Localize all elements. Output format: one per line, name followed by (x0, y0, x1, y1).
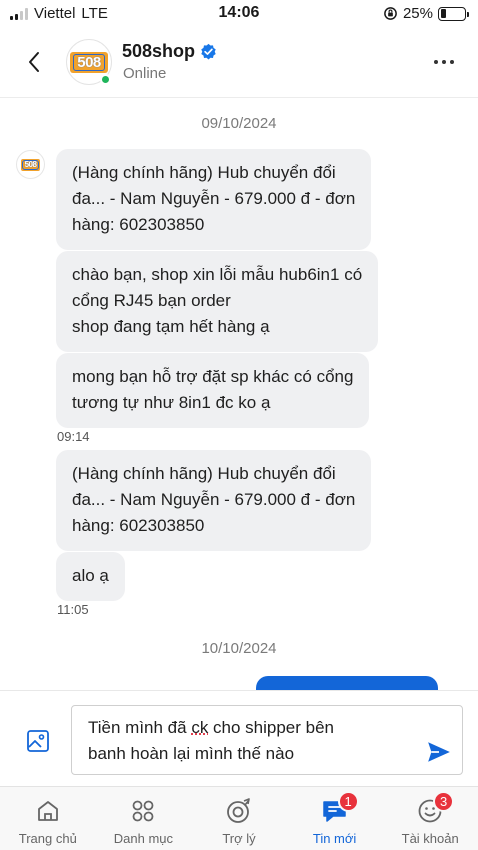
battery-percent: 25% (402, 5, 433, 22)
nav-label: Trang chủ (18, 831, 77, 846)
outgoing-message-bubble[interactable] (256, 676, 438, 690)
input-text: Tiền mình đã ck cho shipper bên banh hoà… (88, 718, 335, 763)
message-time: 11:05 (57, 602, 89, 617)
message-bubble[interactable]: (Hàng chính hãng) Hub chuyển đổi đa... -… (56, 450, 372, 551)
nav-label: Tài khoản (401, 831, 459, 846)
message-composer: Tiền mình đã ck cho shipper bên banh hoà… (0, 690, 478, 786)
chat-header: 508 508shop Online (0, 28, 478, 98)
nav-label: Danh mục (113, 831, 174, 846)
nav-categories[interactable]: Danh mục (96, 787, 192, 850)
grid-icon (129, 797, 157, 825)
send-button[interactable] (426, 739, 452, 765)
nav-messages[interactable]: 1 Tin mới (287, 787, 383, 850)
shop-name[interactable]: 508shop (122, 41, 217, 62)
image-icon (27, 730, 49, 752)
message-time: 09:14 (57, 429, 90, 444)
nav-account[interactable]: 3 Tài khoản (382, 787, 478, 850)
assistant-icon (225, 797, 253, 825)
message-bubble[interactable]: (Hàng chính hãng) Hub chuyển đổi đa... -… (56, 149, 372, 250)
shop-online-status: Online (123, 65, 167, 82)
date-separator: 10/10/2024 (201, 640, 277, 657)
nav-assistant[interactable]: Trợ lý (191, 787, 287, 850)
nav-home[interactable]: Trang chủ (0, 787, 96, 850)
date-separator: 09/10/2024 (201, 115, 277, 132)
message-list[interactable]: 09/10/2024 508 (Hàng chính hãng) Hub chu… (0, 98, 478, 690)
attach-image-button[interactable] (26, 729, 50, 753)
status-bar: Viettel LTE 14:06 25% (0, 0, 478, 28)
shop-logo: 508 (20, 158, 41, 171)
message-input[interactable]: Tiền mình đã ck cho shipper bên banh hoà… (71, 705, 463, 775)
more-horizontal-icon (434, 60, 438, 64)
more-options-button[interactable] (430, 48, 458, 76)
battery-icon (438, 6, 469, 21)
bottom-navigation: Trang chủ Danh mục Trợ lý 1 Tin mới 3 Tà… (0, 786, 478, 850)
battery-level (440, 9, 447, 18)
online-indicator (100, 74, 111, 85)
spellcheck-word: ck (191, 718, 209, 737)
sender-avatar[interactable]: 508 (16, 150, 45, 179)
notification-badge: 3 (433, 791, 455, 812)
message-bubble[interactable]: alo ạ (56, 552, 125, 601)
nav-label: Trợ lý (222, 831, 256, 846)
orientation-lock-icon (384, 7, 397, 20)
nav-label: Tin mới (312, 831, 357, 846)
message-bubble[interactable]: chào bạn, shop xin lỗi mẫu hub6in1 có cổ… (56, 251, 379, 352)
shop-logo: 508 (70, 51, 108, 73)
shop-name-label: 508shop (122, 41, 196, 61)
chat-icon: 1 (321, 791, 359, 825)
verified-badge-icon (201, 43, 216, 60)
send-icon (428, 742, 450, 762)
unread-badge: 1 (337, 791, 359, 812)
chevron-left-icon (29, 52, 39, 72)
status-bar-right: 25% (383, 5, 469, 22)
smiley-icon: 3 (416, 791, 455, 825)
back-button[interactable] (20, 48, 48, 76)
shop-icon (34, 797, 62, 825)
message-bubble[interactable]: mong bạn hỗ trợ đặt sp khác có cổng tươn… (56, 353, 370, 428)
